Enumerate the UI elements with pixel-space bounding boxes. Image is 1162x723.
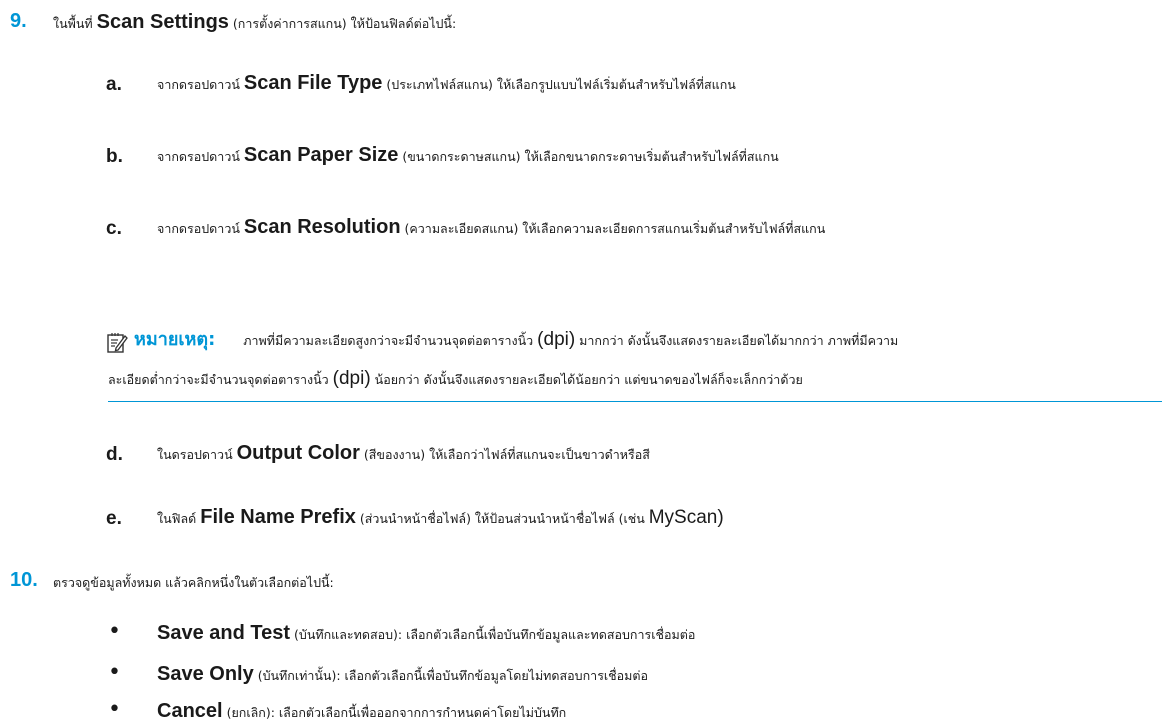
- sub-e-post-b: ): [717, 507, 724, 528]
- sub-c-letter: c.: [106, 218, 122, 239]
- sub-a-post: (ประเภทไฟล์สแกน) ให้เลือกรูปแบบไฟล์เริ่ม…: [382, 77, 736, 92]
- option-bullet: •: [108, 660, 121, 685]
- sub-e-letter: e.: [106, 508, 122, 529]
- sub-c-text: จากดรอปดาวน์ Scan Resolution (ความละเอีย…: [157, 217, 825, 237]
- step-10-number: 10.: [10, 569, 38, 591]
- option-save-only: Save Only (บันทึกเท่านั้น): เลือกตัวเลือ…: [157, 664, 648, 684]
- sub-b-post: (ขนาดกระดาษสแกน) ให้เลือกขนาดกระดาษเริ่ม…: [398, 149, 779, 164]
- sub-c-pre: จากดรอปดาวน์: [157, 221, 244, 236]
- note-line1-b: มากกว่า ดังนั้นจึงแสดงรายละเอียดได้มากกว…: [575, 333, 899, 348]
- note-line2-b: น้อยกว่า ดังนั้นจึงแสดงรายละเอียดได้น้อย…: [370, 372, 803, 387]
- step-9-number: 9.: [10, 10, 27, 32]
- sub-a-bold: Scan File Type: [243, 72, 383, 94]
- note-line-2: ละเอียดต่ำกว่าจะมีจำนวนจุดต่อตารางนิ้ว (…: [108, 369, 803, 388]
- note-divider: [108, 401, 1162, 402]
- option-cancel-desc: (ยกเลิก): เลือกตัวเลือกนี้เพื่อออกจากการ…: [222, 705, 567, 720]
- sub-e-pre: ในฟิลด์: [157, 511, 201, 526]
- sub-e-bold: File Name Prefix: [200, 506, 356, 528]
- option-save-and-test-label: Save and Test: [157, 622, 291, 644]
- note-label: หมายเหตุ:: [134, 329, 216, 350]
- step-9-bold: Scan Settings: [96, 11, 229, 33]
- step-10-text: ตรวจดูข้อมูลทั้งหมด แล้วคลิกหนึ่งในตัวเล…: [53, 575, 334, 590]
- option-save-and-test-desc: (บันทึกและทดสอบ): เลือกตัวเลือกนี้เพื่อบ…: [290, 627, 696, 642]
- sub-b-bold: Scan Paper Size: [243, 144, 399, 166]
- sub-e-example: MyScan: [648, 507, 718, 528]
- sub-a-text: จากดรอปดาวน์ Scan File Type (ประเภทไฟล์ส…: [157, 73, 736, 93]
- sub-a-letter: a.: [106, 74, 122, 95]
- note-icon: [107, 333, 128, 353]
- sub-c-bold: Scan Resolution: [243, 216, 401, 238]
- sub-e-text: ในฟิลด์ File Name Prefix (ส่วนนำหน้าชื่อ…: [157, 507, 724, 527]
- option-cancel: Cancel (ยกเลิก): เลือกตัวเลือกนี้เพื่อออ…: [157, 701, 566, 721]
- step-9-pre: ในพื้นที่: [53, 16, 97, 31]
- sub-a-pre: จากดรอปดาวน์: [157, 77, 244, 92]
- step-9-text: ในพื้นที่ Scan Settings (การตั้งค่าการสแ…: [53, 12, 456, 32]
- note-line1-a: ภาพที่มีความละเอียดสูงกว่าจะมีจำนวนจุดต่…: [243, 333, 538, 348]
- option-bullet: •: [108, 697, 121, 722]
- note-line2-dpi: (dpi): [332, 368, 371, 389]
- sub-d-text: ในดรอปดาวน์ Output Color (สีของงาน) ให้เ…: [157, 443, 650, 463]
- sub-d-post: (สีของงาน) ให้เลือกว่าไฟล์ที่สแกนจะเป็นข…: [359, 447, 650, 462]
- sub-b-text: จากดรอปดาวน์ Scan Paper Size (ขนาดกระดาษ…: [157, 145, 779, 165]
- sub-c-post: (ความละเอียดสแกน) ให้เลือกความละเอียดการ…: [400, 221, 826, 236]
- option-cancel-label: Cancel: [157, 700, 223, 722]
- sub-d-pre: ในดรอปดาวน์: [157, 447, 237, 462]
- option-save-and-test: Save and Test (บันทึกและทดสอบ): เลือกตัว…: [157, 623, 695, 643]
- note-line1-dpi: (dpi): [537, 329, 576, 350]
- sub-b-pre: จากดรอปดาวน์: [157, 149, 244, 164]
- option-save-only-label: Save Only: [157, 663, 254, 685]
- option-bullet: •: [108, 619, 121, 644]
- step-9-post: (การตั้งค่าการสแกน) ให้ป้อนฟิลด์ต่อไปนี้…: [228, 16, 457, 31]
- sub-b-letter: b.: [106, 146, 123, 167]
- option-save-only-desc: (บันทึกเท่านั้น): เลือกตัวเลือกนี้เพื่อบ…: [253, 668, 649, 683]
- sub-d-bold: Output Color: [236, 442, 360, 464]
- note-line2-a: ละเอียดต่ำกว่าจะมีจำนวนจุดต่อตารางนิ้ว: [108, 372, 333, 387]
- note-line-1: หมายเหตุ: ภาพที่มีความละเอียดสูงกว่าจะมีจ…: [134, 330, 898, 349]
- sub-d-letter: d.: [106, 444, 123, 465]
- sub-e-post-a: (ส่วนนำหน้าชื่อไฟล์) ให้ป้อนส่วนนำหน้าชื…: [355, 511, 649, 526]
